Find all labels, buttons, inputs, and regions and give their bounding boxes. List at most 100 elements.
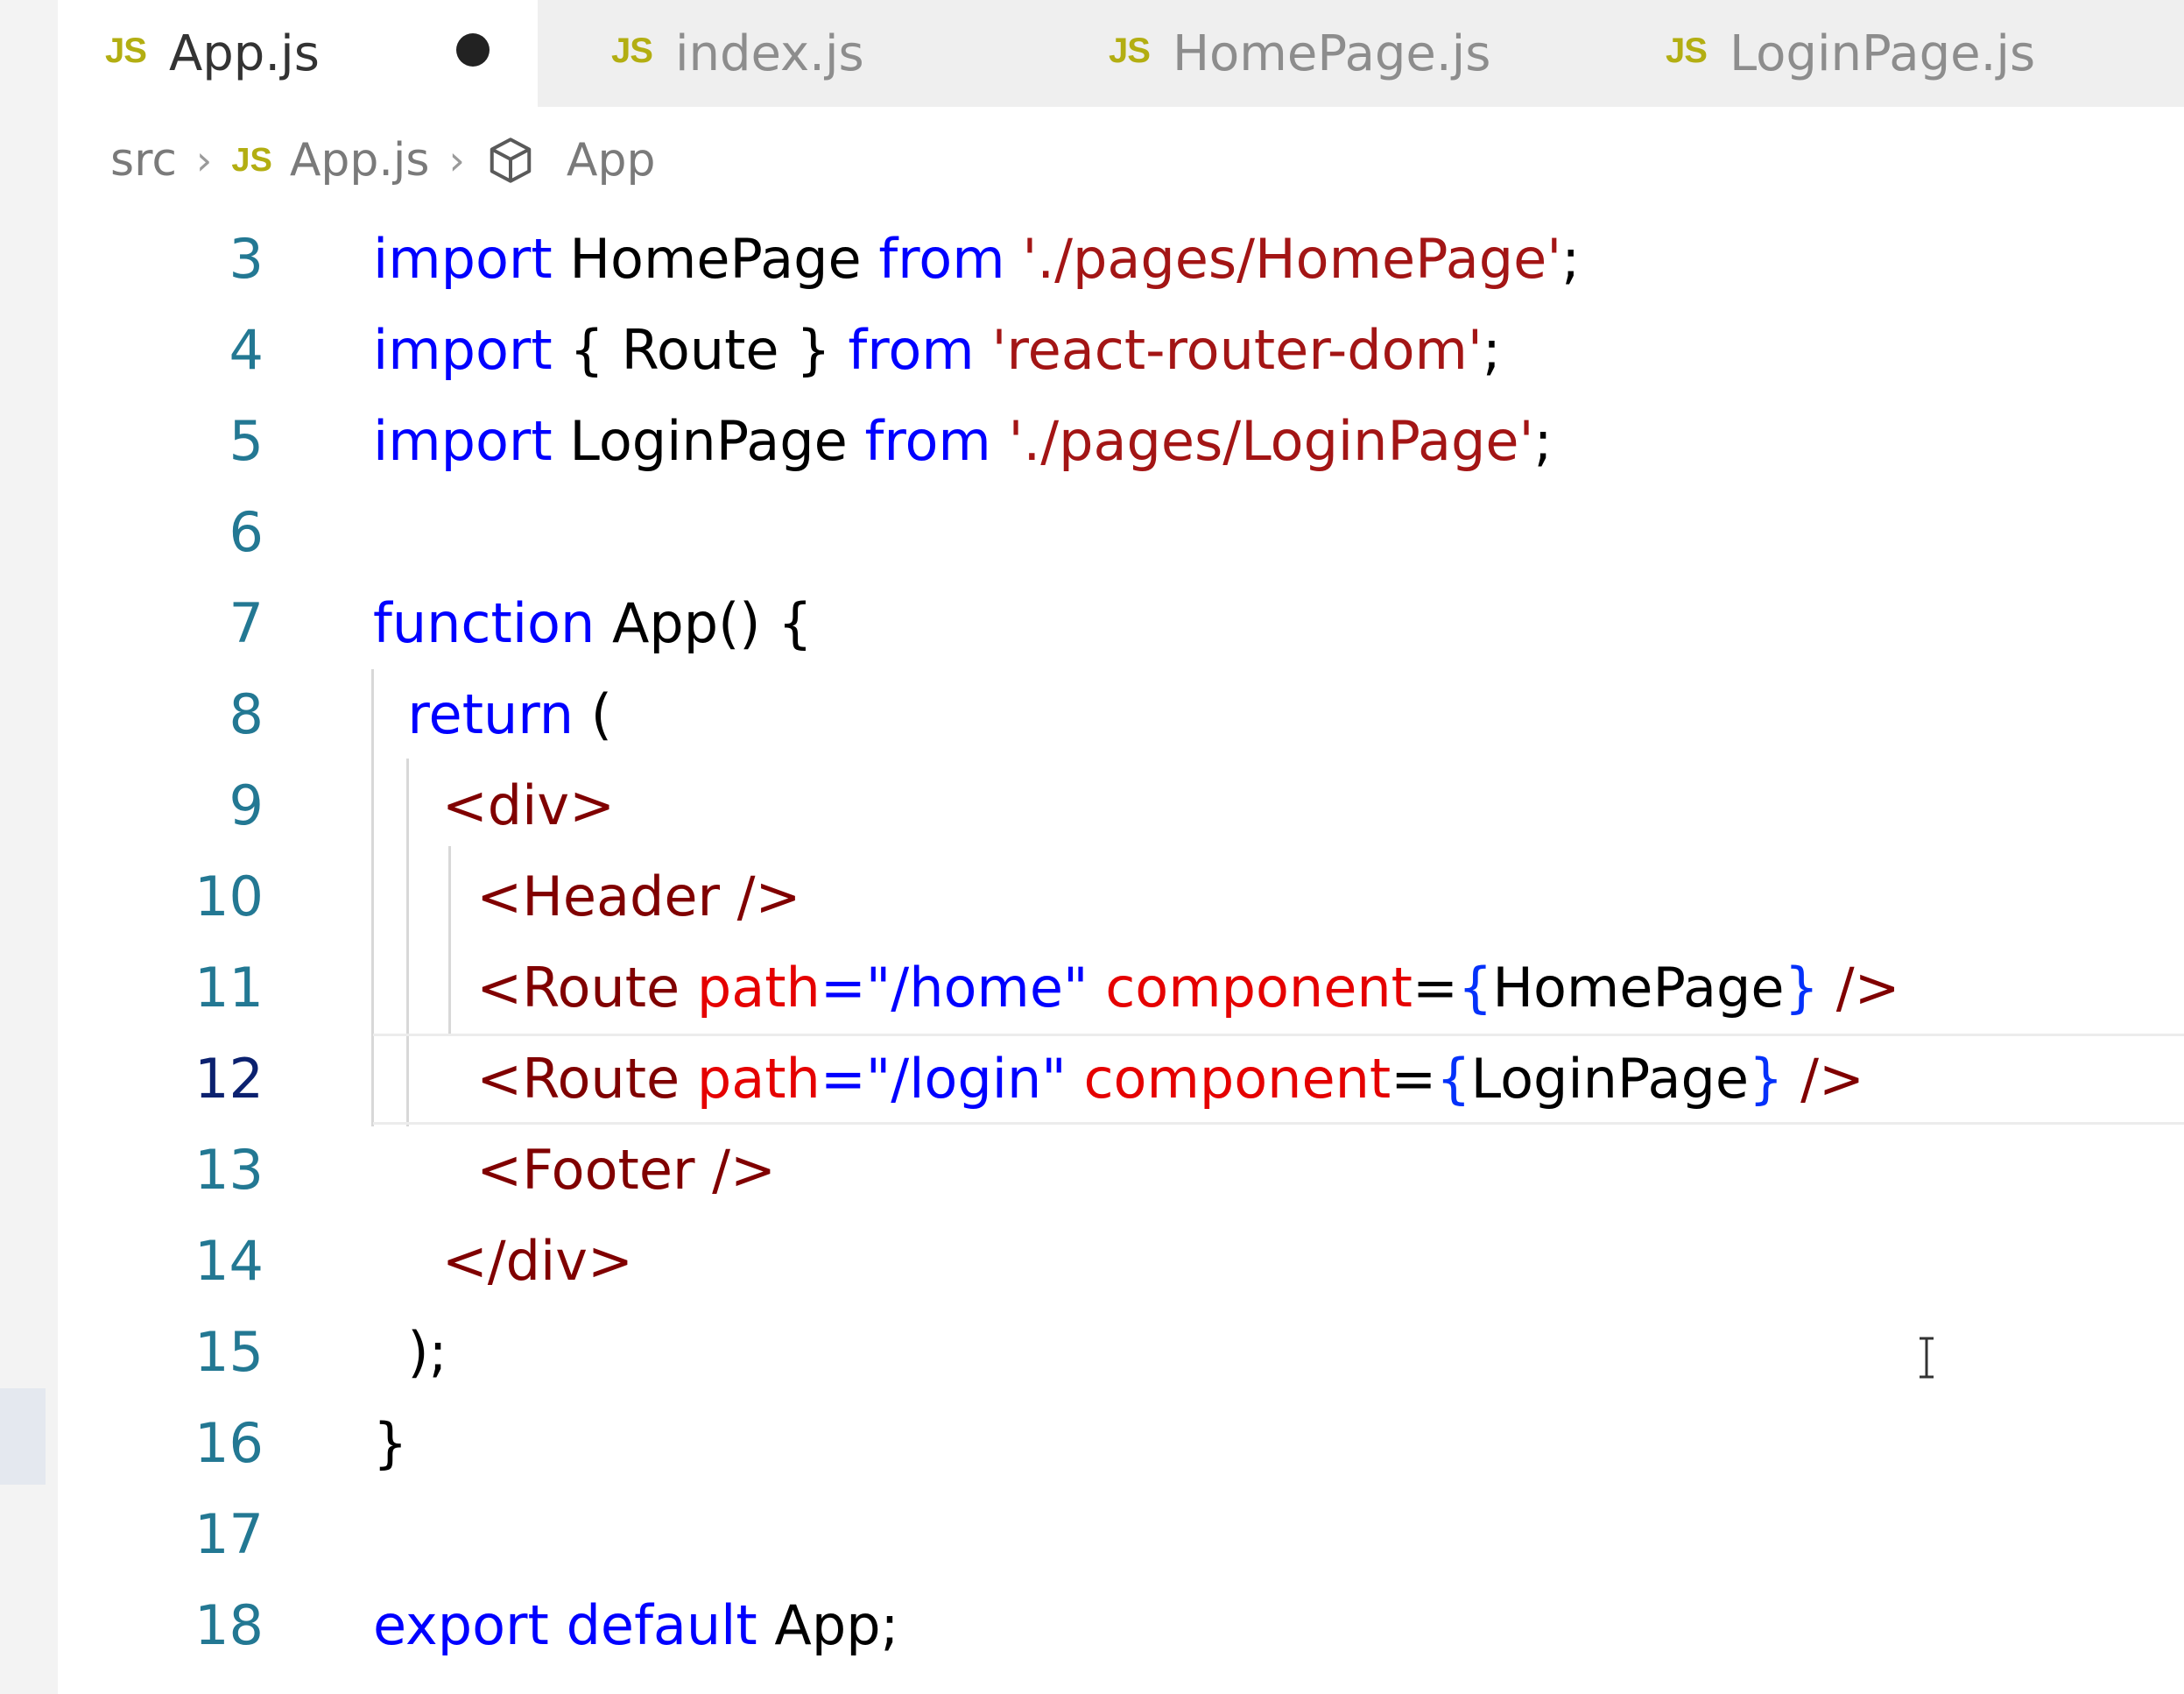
code-line[interactable]: 14 </div> — [58, 1216, 2184, 1307]
line-number: 7 — [229, 591, 264, 655]
code-token: App() { — [595, 591, 813, 655]
breadcrumb: src › JS App.js › App — [58, 107, 2184, 214]
code-token: <Route — [476, 1047, 697, 1111]
code-text[interactable]: } — [373, 1398, 407, 1489]
code-token: ( — [574, 682, 612, 746]
code-line[interactable]: 8 return ( — [58, 669, 2184, 760]
code-line[interactable]: 15 ); — [58, 1307, 2184, 1398]
cube-icon — [484, 134, 537, 187]
code-editor[interactable]: 3 import HomePage from './pages/HomePage'… — [58, 214, 2184, 1694]
code-line[interactable]: 17 — [58, 1489, 2184, 1580]
code-text[interactable]: </div> — [373, 1216, 633, 1307]
code-token: from — [848, 318, 975, 382]
line-number: 18 — [194, 1593, 264, 1657]
line-number: 5 — [229, 409, 264, 473]
code-token: <Footer /> — [476, 1138, 777, 1202]
line-number: 16 — [194, 1411, 264, 1475]
code-token: { — [1436, 1047, 1471, 1111]
code-text[interactable]: <Route path="/login" component={LoginPag… — [373, 1034, 1864, 1125]
code-token: /> — [1783, 1047, 1864, 1111]
line-number: 4 — [229, 318, 264, 382]
javascript-file-icon: JS — [1666, 31, 1708, 70]
editor-tab-bar: JS App.js JS index.js JS HomePage.js JS … — [58, 0, 2184, 107]
code-token: } — [1748, 1047, 1784, 1111]
tab-label: index.js — [674, 25, 864, 82]
line-number: 15 — [194, 1320, 264, 1384]
tab-index-js[interactable]: JS index.js — [564, 0, 1037, 107]
code-line[interactable]: 4 import { Route } from 'react-router-dom… — [58, 305, 2184, 396]
code-text[interactable]: import { Route } from 'react-router-dom'… — [373, 305, 1501, 396]
code-token: } — [1784, 956, 1820, 1020]
breadcrumb-file[interactable]: App.js — [290, 134, 430, 187]
code-line[interactable]: 16} — [58, 1398, 2184, 1489]
code-token: path — [696, 956, 821, 1020]
code-token: { Route } — [552, 318, 849, 382]
line-number: 3 — [229, 227, 264, 291]
code-token: return — [407, 682, 574, 746]
code-token: <Route — [476, 956, 697, 1020]
code-text[interactable]: import LoginPage from './pages/LoginPage… — [373, 396, 1553, 487]
code-line[interactable]: 13 <Footer /> — [58, 1125, 2184, 1216]
code-token: </div> — [441, 1229, 633, 1293]
code-token: ); — [373, 1320, 447, 1384]
code-token: export — [373, 1593, 549, 1657]
code-token: App; — [757, 1593, 899, 1657]
code-line[interactable]: 10 <Header /> — [58, 851, 2184, 942]
code-token: ="/home" — [820, 956, 1106, 1020]
line-number: 12 — [194, 1047, 264, 1111]
breadcrumb-folder[interactable]: src — [110, 134, 177, 187]
tab-homepage-js[interactable]: JS HomePage.js — [1061, 0, 1604, 107]
unsaved-changes-dot-icon[interactable] — [456, 33, 490, 67]
tab-label: App.js — [168, 25, 320, 82]
code-text[interactable]: return ( — [373, 669, 612, 760]
line-number: 6 — [229, 500, 264, 564]
javascript-file-icon: JS — [611, 31, 653, 70]
line-number: 11 — [194, 956, 264, 1020]
code-line[interactable]: 7 function App() { — [58, 578, 2184, 669]
javascript-file-icon: JS — [231, 141, 272, 179]
code-text[interactable]: <Footer /> — [373, 1125, 776, 1216]
code-line[interactable]: 3 import HomePage from './pages/HomePage'… — [58, 214, 2184, 305]
code-token: 'react-router-dom' — [991, 318, 1483, 382]
code-token: ; — [1561, 227, 1581, 291]
javascript-file-icon: JS — [1109, 31, 1151, 70]
activity-bar-highlight — [0, 1388, 46, 1485]
javascript-file-icon: JS — [105, 31, 147, 70]
code-line[interactable]: 6 — [58, 487, 2184, 578]
code-line[interactable]: 9 <div> — [58, 760, 2184, 851]
line-number: 8 — [229, 682, 264, 746]
code-token: from — [878, 227, 1005, 291]
code-token: HomePage — [1492, 956, 1785, 1020]
breadcrumb-symbol[interactable]: App — [567, 134, 656, 187]
code-text[interactable]: function App() { — [373, 578, 813, 669]
tab-label: HomePage.js — [1172, 25, 1491, 82]
code-line[interactable]: 5 import LoginPage from './pages/LoginPag… — [58, 396, 2184, 487]
tab-loginpage-js[interactable]: JS LoginPage.js — [1618, 0, 2179, 107]
code-line[interactable]: 12 <Route path="/login" component={Login… — [58, 1034, 2184, 1125]
code-token: default — [566, 1593, 757, 1657]
code-line[interactable]: 18 export default App; — [58, 1580, 2184, 1671]
line-number: 10 — [194, 865, 264, 928]
code-text[interactable]: ); — [373, 1307, 447, 1398]
code-text[interactable]: import HomePage from './pages/HomePage'; — [373, 214, 1580, 305]
line-number: 9 — [229, 773, 264, 837]
activity-bar — [0, 0, 59, 1694]
line-number: 13 — [194, 1138, 264, 1202]
tab-app-js[interactable]: JS App.js — [58, 0, 538, 107]
code-text[interactable]: <div> — [373, 760, 615, 851]
code-line[interactable]: 11 <Route path="/home" component={HomePa… — [58, 942, 2184, 1034]
code-token: './pages/HomePage' — [1022, 227, 1562, 291]
chevron-right-icon: › — [448, 137, 465, 184]
code-text[interactable]: <Route path="/home" component={HomePage}… — [373, 942, 1899, 1034]
code-text[interactable]: <Header /> — [373, 851, 800, 942]
code-token: HomePage — [552, 227, 879, 291]
code-text[interactable]: export default App; — [373, 1580, 898, 1671]
